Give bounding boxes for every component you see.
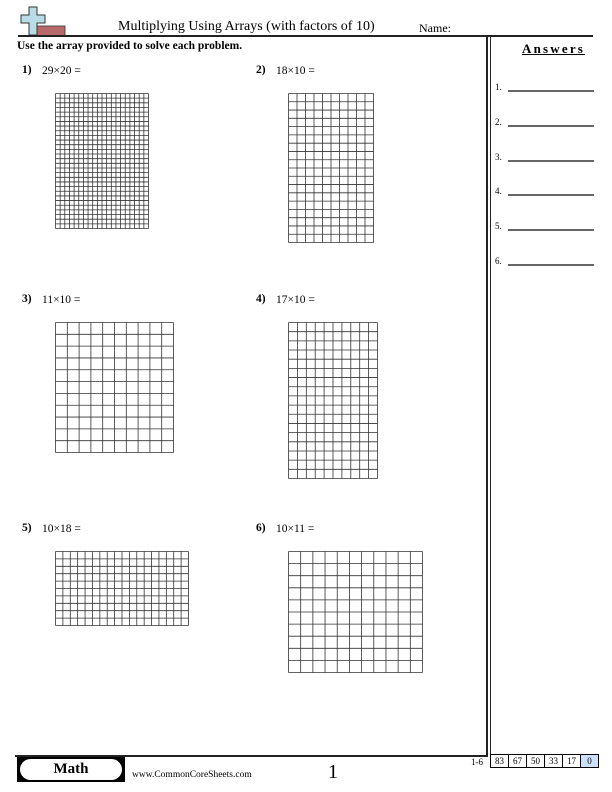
subject-label: Math: [20, 759, 122, 780]
problem-3-array-grid: [55, 322, 174, 453]
answer-2-label: 2.: [495, 117, 502, 127]
problem-1-array-grid: [55, 93, 149, 229]
subject-badge: Math: [17, 757, 125, 782]
problem-3-text: 11×10 =: [42, 294, 81, 306]
site-url: www.CommonCoreSheets.com: [132, 770, 252, 780]
answer-3-label: 3.: [495, 152, 502, 162]
problem-5-array-grid: [55, 551, 189, 626]
answers-heading: Answers: [522, 41, 586, 56]
answer-2-line[interactable]: [508, 125, 594, 127]
answer-4-label: 4.: [495, 186, 502, 196]
problem-4-array-grid: [288, 322, 378, 479]
score-range-label: 1-6: [471, 757, 483, 767]
plus-logo-icon: [20, 6, 66, 36]
score-cell: 50: [527, 755, 545, 767]
answer-1-line[interactable]: [508, 90, 594, 92]
header-divider: [18, 35, 593, 37]
problem-2-number: 2): [256, 64, 266, 76]
score-cell: 0: [581, 755, 598, 767]
answer-5-line[interactable]: [508, 229, 594, 231]
score-cell: 67: [509, 755, 527, 767]
answer-3-line[interactable]: [508, 160, 594, 162]
problem-2-array-grid: [288, 93, 374, 243]
instructions: Use the array provided to solve each pro…: [17, 40, 243, 52]
score-cell: 33: [545, 755, 563, 767]
problem-6-text: 10×11 =: [276, 523, 315, 535]
problem-6-array-grid: [288, 551, 423, 673]
problem-5-text: 10×18 =: [42, 523, 81, 535]
problem-1-text: 29×20 =: [42, 65, 81, 77]
worksheet-title: Multiplying Using Arrays (with factors o…: [118, 19, 375, 34]
answer-6-label: 6.: [495, 256, 502, 266]
score-table: 83 67 50 33 17 0: [490, 754, 599, 768]
answer-column-divider: [486, 36, 488, 756]
page-number: 1: [328, 761, 338, 783]
problem-3-number: 3): [22, 293, 32, 305]
answer-4-line[interactable]: [508, 194, 594, 196]
problem-4-number: 4): [256, 293, 266, 305]
problem-1-number: 1): [22, 64, 32, 76]
answer-1-label: 1.: [495, 82, 502, 92]
problem-2-text: 18×10 =: [276, 65, 315, 77]
answer-column-divider-inner: [489, 36, 491, 756]
score-cell: 83: [491, 755, 509, 767]
problem-4-text: 17×10 =: [276, 294, 315, 306]
problem-6-number: 6): [256, 522, 266, 534]
name-label: Name:: [419, 21, 451, 35]
answer-6-line[interactable]: [508, 264, 594, 266]
problem-5-number: 5): [22, 522, 32, 534]
answer-5-label: 5.: [495, 221, 502, 231]
score-cell: 17: [563, 755, 581, 767]
